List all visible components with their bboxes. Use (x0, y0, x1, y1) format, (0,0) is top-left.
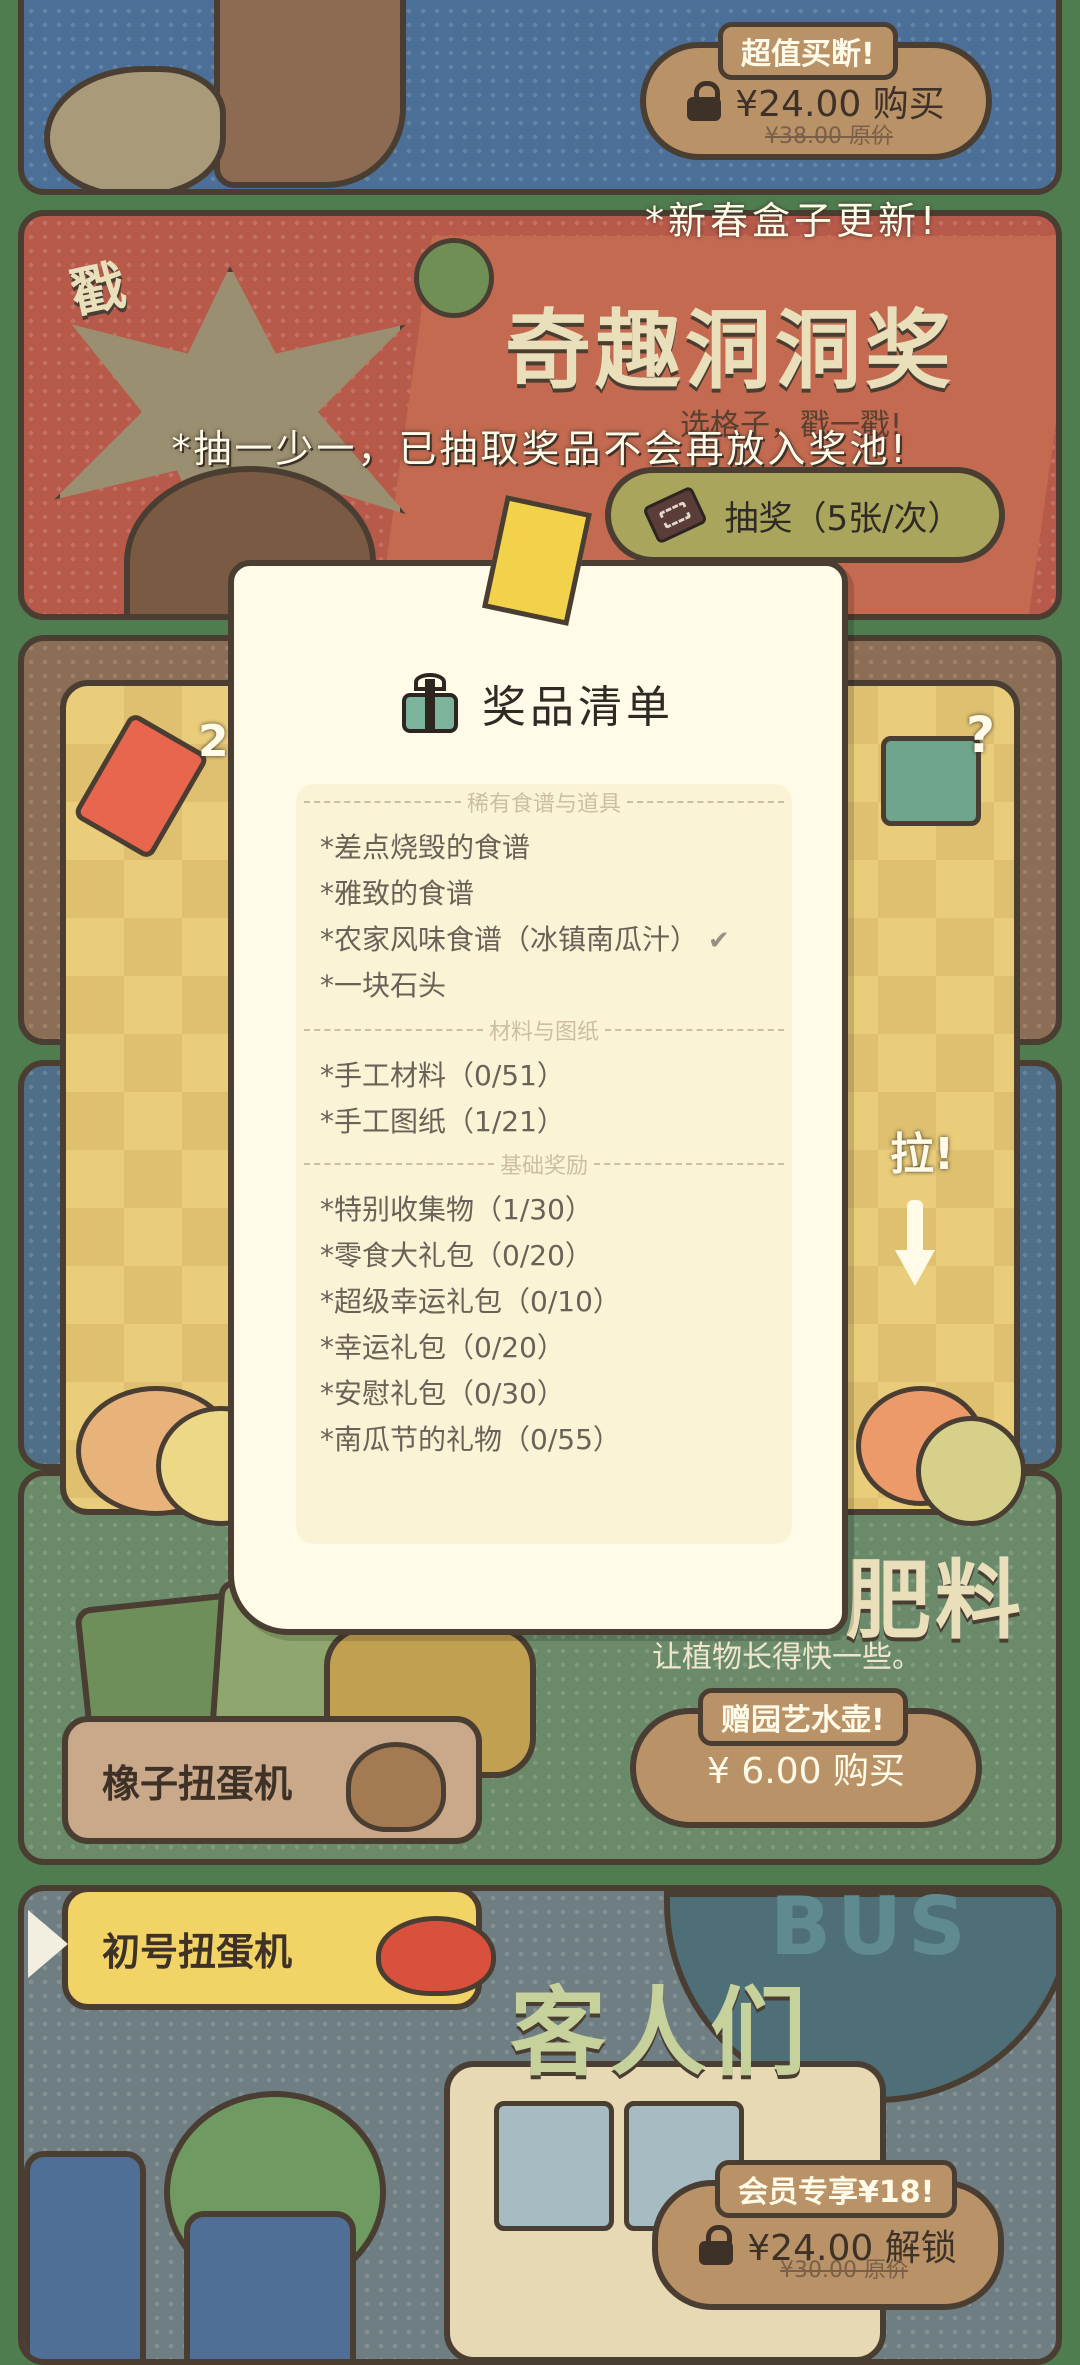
checkmark-icon: ✔ (708, 926, 730, 956)
ticket-count: 2 (198, 716, 229, 767)
gift-icon (402, 673, 458, 733)
visitors-tag: 会员专享¥18! (715, 2160, 958, 2218)
first-gacha-tab[interactable]: 初号扭蛋机 (62, 1886, 496, 2010)
visitors-title: 客人们 (510, 1977, 810, 2089)
first-gacha-label: 初号扭蛋机 (102, 1929, 293, 1974)
list-item: *手工材料（0/51） (320, 1059, 565, 1092)
list-item: *特别收集物（1/30） (320, 1193, 593, 1226)
pull-label: 拉! (890, 1129, 955, 1180)
fertilizer-tag: 赠园艺水壶! (698, 1688, 908, 1746)
draw-button-label: 抽奖（5张/次） (724, 498, 962, 539)
acorn-gacha-tab[interactable]: 橡子扭蛋机 (62, 1716, 482, 1844)
list-item: *农家风味食谱（冰镇南瓜汁） ✔ (320, 923, 730, 956)
new-box-notice: *新春盒子更新! (645, 199, 940, 243)
ticket-icon (642, 485, 709, 545)
list-item: *幸运礼包（0/20） (320, 1331, 565, 1364)
list-item: *差点烧毁的食谱 (320, 831, 531, 864)
red-blob-icon (376, 1916, 496, 1996)
lock-icon (699, 2225, 734, 2265)
acorn-icon (346, 1742, 446, 1832)
lock-icon (687, 81, 722, 121)
prize-list-popup[interactable]: 奖品清单 稀有食谱与道具 *差点烧毁的食谱 *雅致的食谱 *农家风味食谱（冰镇南… (228, 560, 848, 1635)
draw-button[interactable]: 抽奖（5张/次） (605, 467, 1005, 563)
ticket-stack-icon (72, 711, 210, 861)
list-item: *雅致的食谱 (320, 877, 475, 910)
list-item: *超级幸运礼包（0/10） (320, 1285, 621, 1318)
popup-header: 奖品清单 (234, 671, 842, 735)
list-item: *手工图纸（1/21） (320, 1105, 565, 1138)
list-item: *一块石头 (320, 969, 447, 1002)
buyout-tag: 超值买断! (718, 22, 898, 80)
section-header-rare: 稀有食谱与道具 (304, 786, 784, 818)
fertilizer-price: ¥ 6.00 购买 (707, 1751, 905, 1792)
mystery-mark: ? (966, 706, 996, 764)
arrow-down-icon (895, 1200, 935, 1286)
fertilizer-description: 让植物长得快一些。 (652, 1640, 922, 1675)
section-header-materials: 材料与图纸 (304, 1014, 784, 1046)
draw-rule-notice: *抽一少一，已抽取奖品不会再放入奖池! (171, 427, 909, 471)
collapse-arrow-icon[interactable] (28, 1910, 68, 1978)
list-item: *南瓜节的礼物（0/55） (320, 1423, 621, 1456)
popup-title: 奖品清单 (482, 682, 674, 733)
list-item: *安慰礼包（0/30） (320, 1377, 565, 1410)
section-header-basic: 基础奖励 (304, 1148, 784, 1180)
buyout-original-price: ¥38.00 原价 (765, 124, 893, 149)
acorn-gacha-label: 橡子扭蛋机 (102, 1761, 293, 1806)
bus-sign-text: BUS (770, 1880, 972, 1973)
list-item: *零食大礼包（0/20） (320, 1239, 593, 1272)
hole-prize-title: 奇趣洞洞奖 (505, 301, 955, 401)
visitors-original-price: ¥30.00 原价 (780, 2258, 908, 2283)
prize-list: 稀有食谱与道具 *差点烧毁的食谱 *雅致的食谱 *农家风味食谱（冰镇南瓜汁） ✔ … (296, 784, 792, 1544)
